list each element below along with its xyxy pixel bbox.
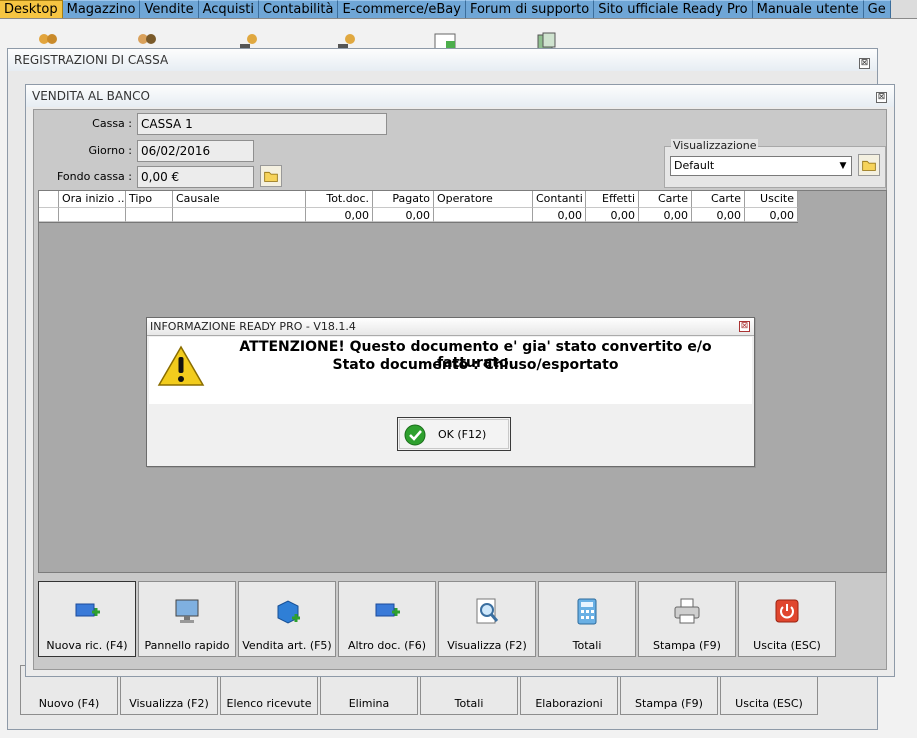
monitor-icon — [175, 599, 199, 623]
reg-toolbar-button-label: Uscita (ESC) — [735, 697, 803, 710]
visualizzazione-legend: Visualizzazione — [671, 139, 759, 152]
column-header[interactable] — [39, 191, 59, 208]
ok-label: OK (F12) — [438, 428, 487, 441]
toolbar-button-7[interactable]: Uscita (ESC) — [738, 581, 836, 657]
tab-9[interactable]: Ge — [863, 0, 891, 18]
visualizzazione-group: Visualizzazione Default ▼ — [664, 139, 886, 188]
cassa-field[interactable]: CASSA 1 — [137, 113, 387, 135]
close-icon[interactable]: ⊠ — [876, 92, 887, 103]
table-cell: 0,00 — [533, 208, 586, 222]
window-title: VENDITA AL BANCO — [26, 85, 894, 107]
table-cell: 0,00 — [306, 208, 373, 222]
dialog-status: Stato documento : Chiuso/esportato — [332, 357, 619, 373]
tab-1[interactable]: Magazzino — [62, 0, 141, 18]
tab-4[interactable]: Contabilità — [258, 0, 339, 18]
close-icon[interactable]: ⊠ — [859, 58, 870, 69]
toolbar-button-label: Stampa (F9) — [653, 639, 721, 652]
table-row[interactable]: 0,00 0,00 0,00 0,00 0,00 0,00 0,00 — [39, 208, 798, 223]
warning-icon — [157, 345, 205, 386]
toolbar-button-label: Visualizza (F2) — [447, 639, 527, 652]
column-header[interactable]: Causale — [173, 191, 306, 208]
visualizzazione-value: Default — [674, 159, 715, 172]
toolbar-button-label: Uscita (ESC) — [753, 639, 821, 652]
toolbar-button-4[interactable]: Visualizza (F2) — [438, 581, 536, 657]
toolbar-button-label: Nuova ric. (F4) — [46, 639, 128, 652]
main-tab-bar: Desktop Magazzino Vendite Acquisti Contabili… — [0, 0, 917, 19]
tab-7[interactable]: Sito ufficiale Ready Pro — [594, 0, 753, 18]
table-cell — [39, 208, 59, 222]
column-header[interactable]: Tipo — [126, 191, 173, 208]
reg-toolbar-button-label: Stampa (F9) — [635, 697, 703, 710]
folder-icon[interactable] — [858, 154, 880, 176]
doc-add-icon — [375, 603, 400, 617]
column-header[interactable]: Pagato — [373, 191, 434, 208]
column-header[interactable]: Contanti — [533, 191, 586, 208]
table-cell: 0,00 — [373, 208, 434, 222]
toolbar-button-label: Totali — [572, 639, 602, 652]
column-header[interactable]: Ora inizio ... — [59, 191, 126, 208]
power-icon — [775, 599, 799, 623]
toolbar-button-label: Altro doc. (F6) — [347, 639, 427, 652]
reg-toolbar-button-label: Totali — [454, 697, 484, 710]
column-header[interactable]: Uscite — [745, 191, 798, 208]
giorno-field[interactable]: 06/02/2016 — [137, 140, 254, 162]
toolbar-button-6[interactable]: Stampa (F9) — [638, 581, 736, 657]
printer-icon — [674, 598, 700, 624]
window-title: REGISTRAZIONI DI CASSA — [8, 49, 877, 71]
chevron-down-icon[interactable]: ▼ — [836, 158, 850, 174]
dialog-title: INFORMAZIONE READY PRO - V18.1.4 — [147, 318, 754, 336]
reg-toolbar-button-label: Nuovo (F4) — [38, 697, 100, 710]
tab-8[interactable]: Manuale utente — [752, 0, 864, 18]
tab-3[interactable]: Acquisti — [198, 0, 259, 18]
giorno-label: Giorno : — [88, 144, 132, 157]
folder-icon[interactable] — [260, 165, 282, 187]
column-header[interactable]: Effetti — [586, 191, 639, 208]
column-header[interactable]: Carte — [692, 191, 745, 208]
toolbar-button-5[interactable]: Totali — [538, 581, 636, 657]
magnifier-icon — [476, 598, 499, 624]
table-cell — [173, 208, 306, 222]
close-icon[interactable]: ⊠ — [739, 321, 750, 332]
information-dialog: INFORMAZIONE READY PRO - V18.1.4 ⊠ ATTEN… — [146, 317, 755, 467]
grid-header: Ora inizio ... Tipo Causale Tot.doc. Pagato O… — [39, 191, 798, 208]
toolbar-button-label: Vendita art. (F5) — [242, 639, 332, 652]
reg-toolbar-button-label: Visualizza (F2) — [129, 697, 209, 710]
column-header[interactable]: Operatore — [434, 191, 533, 208]
dialog-body: ATTENZIONE! Questo documento e' gia' sta… — [149, 337, 752, 404]
check-icon — [404, 424, 426, 446]
reg-toolbar-button-label: Elimina — [348, 697, 390, 710]
table-cell — [434, 208, 533, 222]
tab-5[interactable]: E-commerce/eBay — [338, 0, 466, 18]
table-cell — [126, 208, 173, 222]
visualizzazione-select[interactable]: Default ▼ — [670, 156, 852, 176]
column-header[interactable]: Tot.doc. — [306, 191, 373, 208]
reg-toolbar-button-label: Elenco ricevute — [226, 697, 312, 710]
reg-toolbar-button-label: Elaborazioni — [535, 697, 603, 710]
ok-button[interactable]: OK (F12) — [397, 417, 511, 451]
table-cell: 0,00 — [586, 208, 639, 222]
box-add-icon — [277, 600, 300, 624]
table-cell: 0,00 — [692, 208, 745, 222]
toolbar-button-label: Pannello rapido — [144, 639, 230, 652]
table-cell — [59, 208, 126, 222]
toolbar-button-1[interactable]: Pannello rapido — [138, 581, 236, 657]
table-cell: 0,00 — [745, 208, 798, 222]
toolbar-button-2[interactable]: Vendita art. (F5) — [238, 581, 336, 657]
tab-2[interactable]: Vendite — [140, 0, 199, 18]
fondo-cassa-label: Fondo cassa : — [56, 170, 132, 183]
calculator-icon — [577, 598, 597, 625]
toolbar-button-0[interactable]: Nuova ric. (F4) — [38, 581, 136, 657]
new-receipt-icon — [75, 603, 100, 617]
table-cell: 0,00 — [639, 208, 692, 222]
tab-0[interactable]: Desktop — [0, 0, 63, 18]
fondo-cassa-field[interactable]: 0,00 € — [137, 166, 254, 188]
toolbar-button-3[interactable]: Altro doc. (F6) — [338, 581, 436, 657]
cassa-label: Cassa : — [92, 117, 132, 130]
column-header[interactable]: Carte — [639, 191, 692, 208]
tab-6[interactable]: Forum di supporto — [465, 0, 595, 18]
